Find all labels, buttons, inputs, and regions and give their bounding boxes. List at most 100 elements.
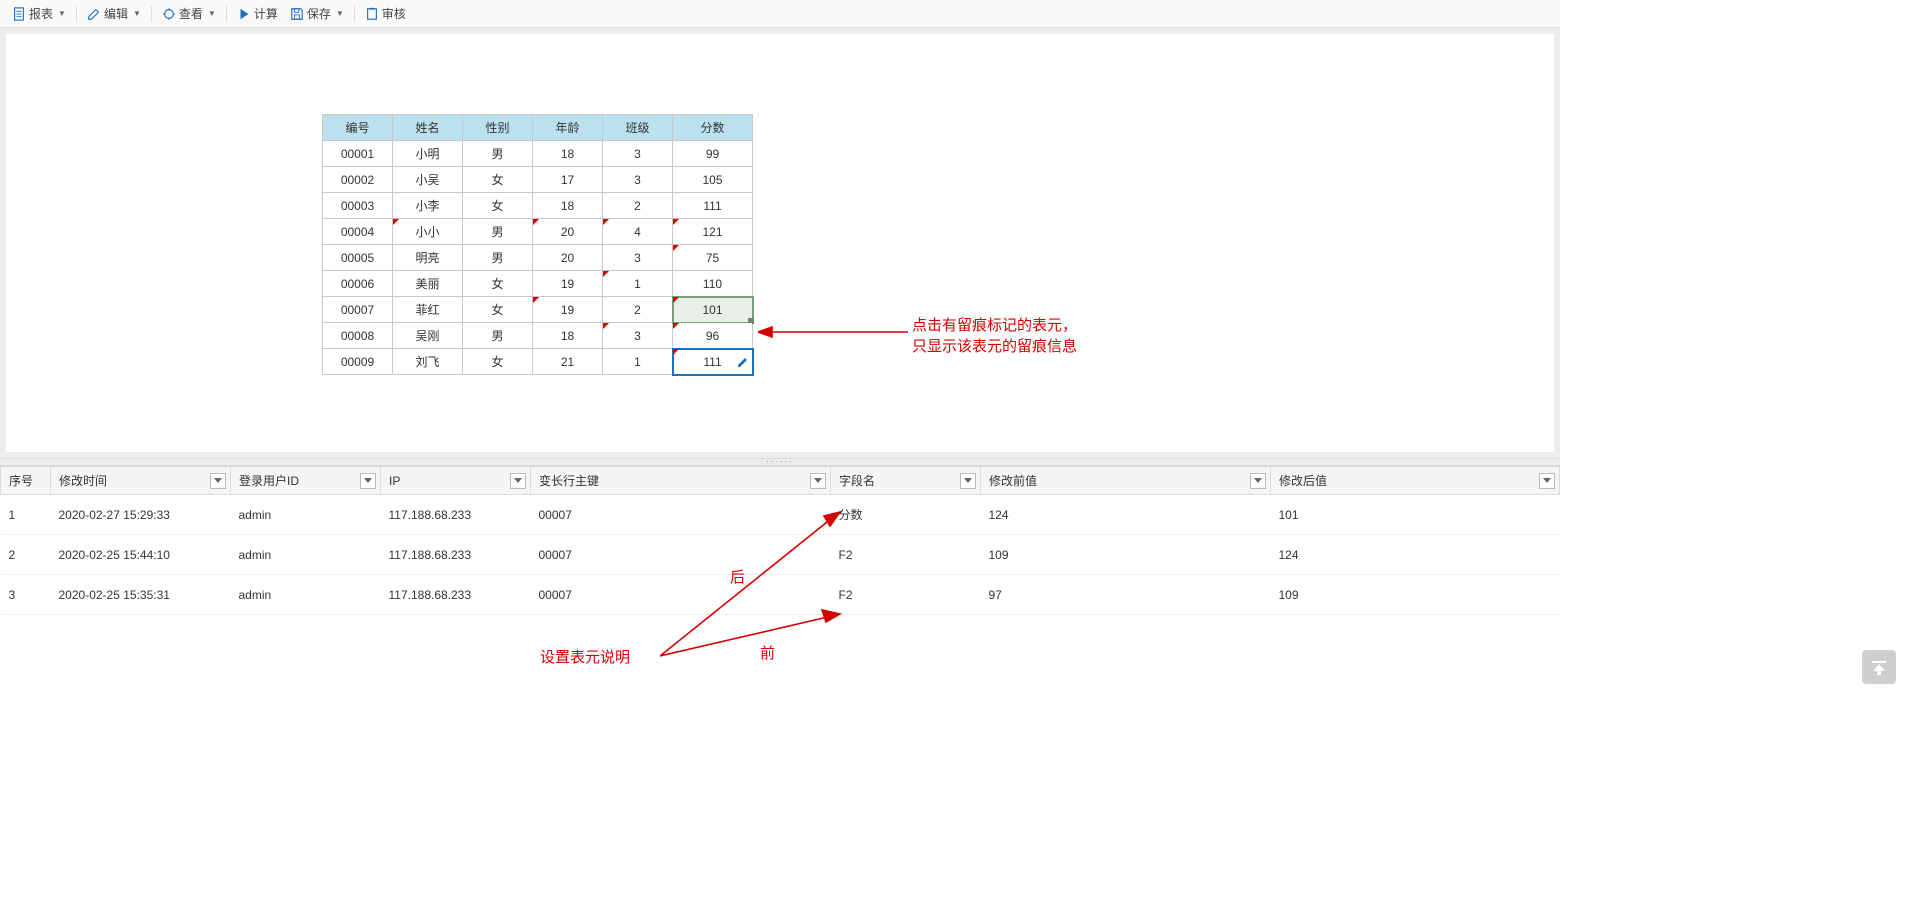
cell-id[interactable]: 00005 [323,245,393,271]
cell-class[interactable]: 1 [603,349,673,375]
cell-id[interactable]: 00007 [323,297,393,323]
cell-score[interactable]: 110 [673,271,753,297]
cell-age[interactable]: 20 [533,219,603,245]
filter-icon[interactable] [1250,473,1266,489]
toolbar-label: 保存 [307,5,331,22]
cell-class[interactable]: 3 [603,141,673,167]
cell-id[interactable]: 00002 [323,167,393,193]
header-id[interactable]: 编号 [323,115,393,141]
header-label: 变长行主键 [539,474,599,488]
cell-class[interactable]: 3 [603,323,673,349]
table-row: 00007菲红女192101 [323,297,753,323]
cell-score[interactable]: 75 [673,245,753,271]
cell-age[interactable]: 21 [533,349,603,375]
table-row: 00004小小男204121 [323,219,753,245]
cell-sex[interactable]: 女 [463,167,533,193]
cell-name[interactable]: 小吴 [393,167,463,193]
cell-sex[interactable]: 女 [463,349,533,375]
cell-name[interactable]: 小明 [393,141,463,167]
header-score[interactable]: 分数 [673,115,753,141]
cell-name[interactable]: 刘飞 [393,349,463,375]
toolbar-edit[interactable]: 编辑 ▼ [81,3,147,24]
audit-header-time[interactable]: 修改时间 [51,467,231,495]
cell-score[interactable]: 96 [673,323,753,349]
cell-class[interactable]: 3 [603,245,673,271]
toolbar-compute[interactable]: 计算 [231,3,284,24]
toolbar-audit[interactable]: 审核 [359,3,412,24]
cell-name[interactable]: 吴刚 [393,323,463,349]
header-label: 修改前值 [989,474,1037,488]
audit-cell-key: 00007 [531,575,831,615]
header-sex[interactable]: 性别 [463,115,533,141]
header-class[interactable]: 班级 [603,115,673,141]
audit-header-ip[interactable]: IP [381,467,531,495]
cell-name[interactable]: 美丽 [393,271,463,297]
cell-age[interactable]: 18 [533,141,603,167]
cell-id[interactable]: 00008 [323,323,393,349]
audit-cell-ip: 117.188.68.233 [381,575,531,615]
cell-age[interactable]: 20 [533,245,603,271]
cell-id[interactable]: 00009 [323,349,393,375]
cell-id[interactable]: 00001 [323,141,393,167]
audit-header-key[interactable]: 变长行主键 [531,467,831,495]
header-age[interactable]: 年龄 [533,115,603,141]
cell-sex[interactable]: 男 [463,219,533,245]
cell-sex[interactable]: 女 [463,193,533,219]
audit-header-seq[interactable]: 序号 [1,467,51,495]
cell-id[interactable]: 00003 [323,193,393,219]
cell-age[interactable]: 19 [533,297,603,323]
splitter-handle[interactable]: ······ [0,458,1560,466]
audit-row[interactable]: 22020-02-25 15:44:10admin117.188.68.2330… [1,535,1560,575]
cell-age[interactable]: 18 [533,193,603,219]
cell-sex[interactable]: 女 [463,271,533,297]
cell-id[interactable]: 00006 [323,271,393,297]
toolbar-label: 报表 [29,5,53,22]
filter-icon[interactable] [810,473,826,489]
cell-score[interactable]: 111 [673,193,753,219]
audit-cell-after: 101 [1271,495,1560,535]
cell-id[interactable]: 00004 [323,219,393,245]
filter-icon[interactable] [960,473,976,489]
cell-age[interactable]: 17 [533,167,603,193]
cell-age[interactable]: 18 [533,323,603,349]
cell-class[interactable]: 2 [603,297,673,323]
cell-score[interactable]: 121 [673,219,753,245]
toolbar-view[interactable]: 查看 ▼ [156,3,222,24]
cell-class[interactable]: 4 [603,219,673,245]
filter-icon[interactable] [1539,473,1555,489]
cell-class[interactable]: 2 [603,193,673,219]
worksheet[interactable]: 编号 姓名 性别 年龄 班级 分数 00001小明男1839900002小吴女1… [6,34,1554,452]
audit-cell-user: admin [231,535,381,575]
filter-icon[interactable] [510,473,526,489]
cell-sex[interactable]: 男 [463,323,533,349]
audit-cell-key: 00007 [531,495,831,535]
cell-class[interactable]: 1 [603,271,673,297]
audit-header-before[interactable]: 修改前值 [981,467,1271,495]
cell-sex[interactable]: 女 [463,297,533,323]
audit-header-user[interactable]: 登录用户ID [231,467,381,495]
filter-icon[interactable] [360,473,376,489]
toolbar-report[interactable]: 报表 ▼ [6,3,72,24]
cell-name[interactable]: 菲红 [393,297,463,323]
cell-score[interactable]: 105 [673,167,753,193]
audit-row[interactable]: 12020-02-27 15:29:33admin117.188.68.2330… [1,495,1560,535]
header-label: 修改时间 [59,474,107,488]
cell-name[interactable]: 明亮 [393,245,463,271]
cell-name[interactable]: 小小 [393,219,463,245]
cell-age[interactable]: 19 [533,271,603,297]
cell-score[interactable]: 99 [673,141,753,167]
scroll-to-top-button[interactable] [1862,650,1896,684]
cell-sex[interactable]: 男 [463,141,533,167]
audit-row[interactable]: 32020-02-25 15:35:31admin117.188.68.2330… [1,575,1560,615]
separator [76,6,77,22]
cell-name[interactable]: 小李 [393,193,463,219]
header-name[interactable]: 姓名 [393,115,463,141]
filter-icon[interactable] [210,473,226,489]
cell-score[interactable]: 111 [673,349,753,375]
toolbar-save[interactable]: 保存 ▼ [284,3,350,24]
cell-class[interactable]: 3 [603,167,673,193]
audit-header-after[interactable]: 修改后值 [1271,467,1560,495]
audit-header-field[interactable]: 字段名 [831,467,981,495]
cell-score[interactable]: 101 [673,297,753,323]
cell-sex[interactable]: 男 [463,245,533,271]
